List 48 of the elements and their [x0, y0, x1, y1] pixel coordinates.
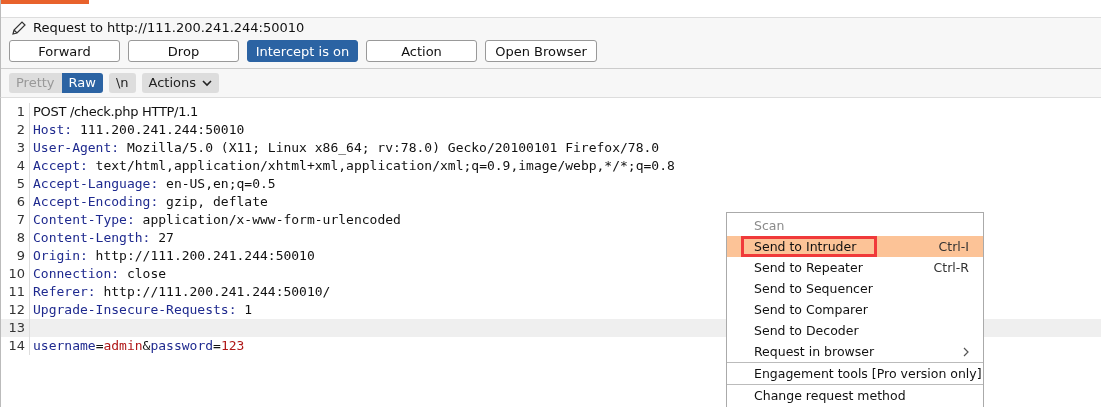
action-button[interactable]: Action — [366, 40, 477, 62]
line-number: 6 — [1, 193, 30, 211]
line-number: 7 — [1, 211, 30, 229]
pencil-icon — [11, 19, 27, 36]
line-number: 8 — [1, 229, 30, 247]
line-number: 13 — [1, 319, 30, 337]
forward-button[interactable]: Forward — [9, 40, 120, 62]
code-line: Content-Length: 27 — [32, 229, 174, 247]
caret-icon — [202, 79, 213, 87]
code-line: Connection: close — [32, 265, 167, 283]
code-line: User-Agent: Mozilla/5.0 (X11; Linux x86_64; rv:78.0) Gecko/20100101 Firefox/78.0 — [32, 139, 660, 157]
line-number: 3 — [1, 139, 30, 157]
code-line: Accept-Encoding: gzip, deflate — [32, 193, 268, 211]
menu-item[interactable]: Send to Intruder — [754, 239, 857, 254]
line-number: 14 — [1, 337, 30, 355]
menu-item: Scan — [754, 218, 785, 233]
code-line: Accept-Language: en-US,en;q=0.5 — [32, 175, 276, 193]
code-line: Accept: text/html,application/xhtml+xml,application/xml;q=0.9,image/webp,*/*;q=0.8 — [32, 157, 675, 175]
shortcut-label: Ctrl-I — [938, 238, 969, 256]
request-title: Request to http://111.200.241.244:50010 — [33, 20, 305, 35]
code-line: username=admin&password=123 — [32, 337, 245, 355]
menu-item[interactable]: Request in browser — [754, 344, 875, 359]
newline-toggle[interactable]: \n — [108, 73, 136, 93]
line-number: 11 — [1, 283, 30, 301]
view-tab[interactable]: Raw — [61, 73, 103, 93]
code-line: Referer: http://111.200.241.244:50010/ — [32, 283, 331, 301]
menu-item[interactable]: Send to Sequencer — [754, 281, 873, 296]
line-number: 5 — [1, 175, 30, 193]
menu-item[interactable]: Send to Decoder — [754, 323, 859, 338]
line-number: 9 — [1, 247, 30, 265]
menu-item[interactable]: Send to Repeater — [754, 260, 863, 275]
menu-item[interactable]: Engagement tools [Pro version only] — [754, 366, 982, 381]
shortcut-label: Ctrl-R — [933, 259, 969, 277]
actions-dropdown[interactable]: Actions — [141, 73, 220, 93]
code-line: Origin: http://111.200.241.244:50010 — [32, 247, 315, 265]
line-number: 2 — [1, 121, 30, 139]
drop-button[interactable]: Drop — [128, 40, 239, 62]
line-number: 1 — [1, 103, 30, 121]
open-browser-button[interactable]: Open Browser — [485, 40, 597, 62]
menu-item[interactable]: Change request method — [754, 388, 906, 403]
code-line: POST /check.php HTTP/1.1 — [32, 103, 198, 121]
line-number: 10 — [1, 265, 30, 283]
code-line: Upgrade-Insecure-Requests: 1 — [32, 301, 253, 319]
menu-item[interactable]: Send to Comparer — [754, 302, 868, 317]
code-line: Host: 111.200.241.244:50010 — [32, 121, 245, 139]
line-number: 4 — [1, 157, 30, 175]
intercept-toggle[interactable]: Intercept is on — [247, 40, 358, 62]
code-line: Content-Type: application/x-www-form-urlencoded — [32, 211, 401, 229]
